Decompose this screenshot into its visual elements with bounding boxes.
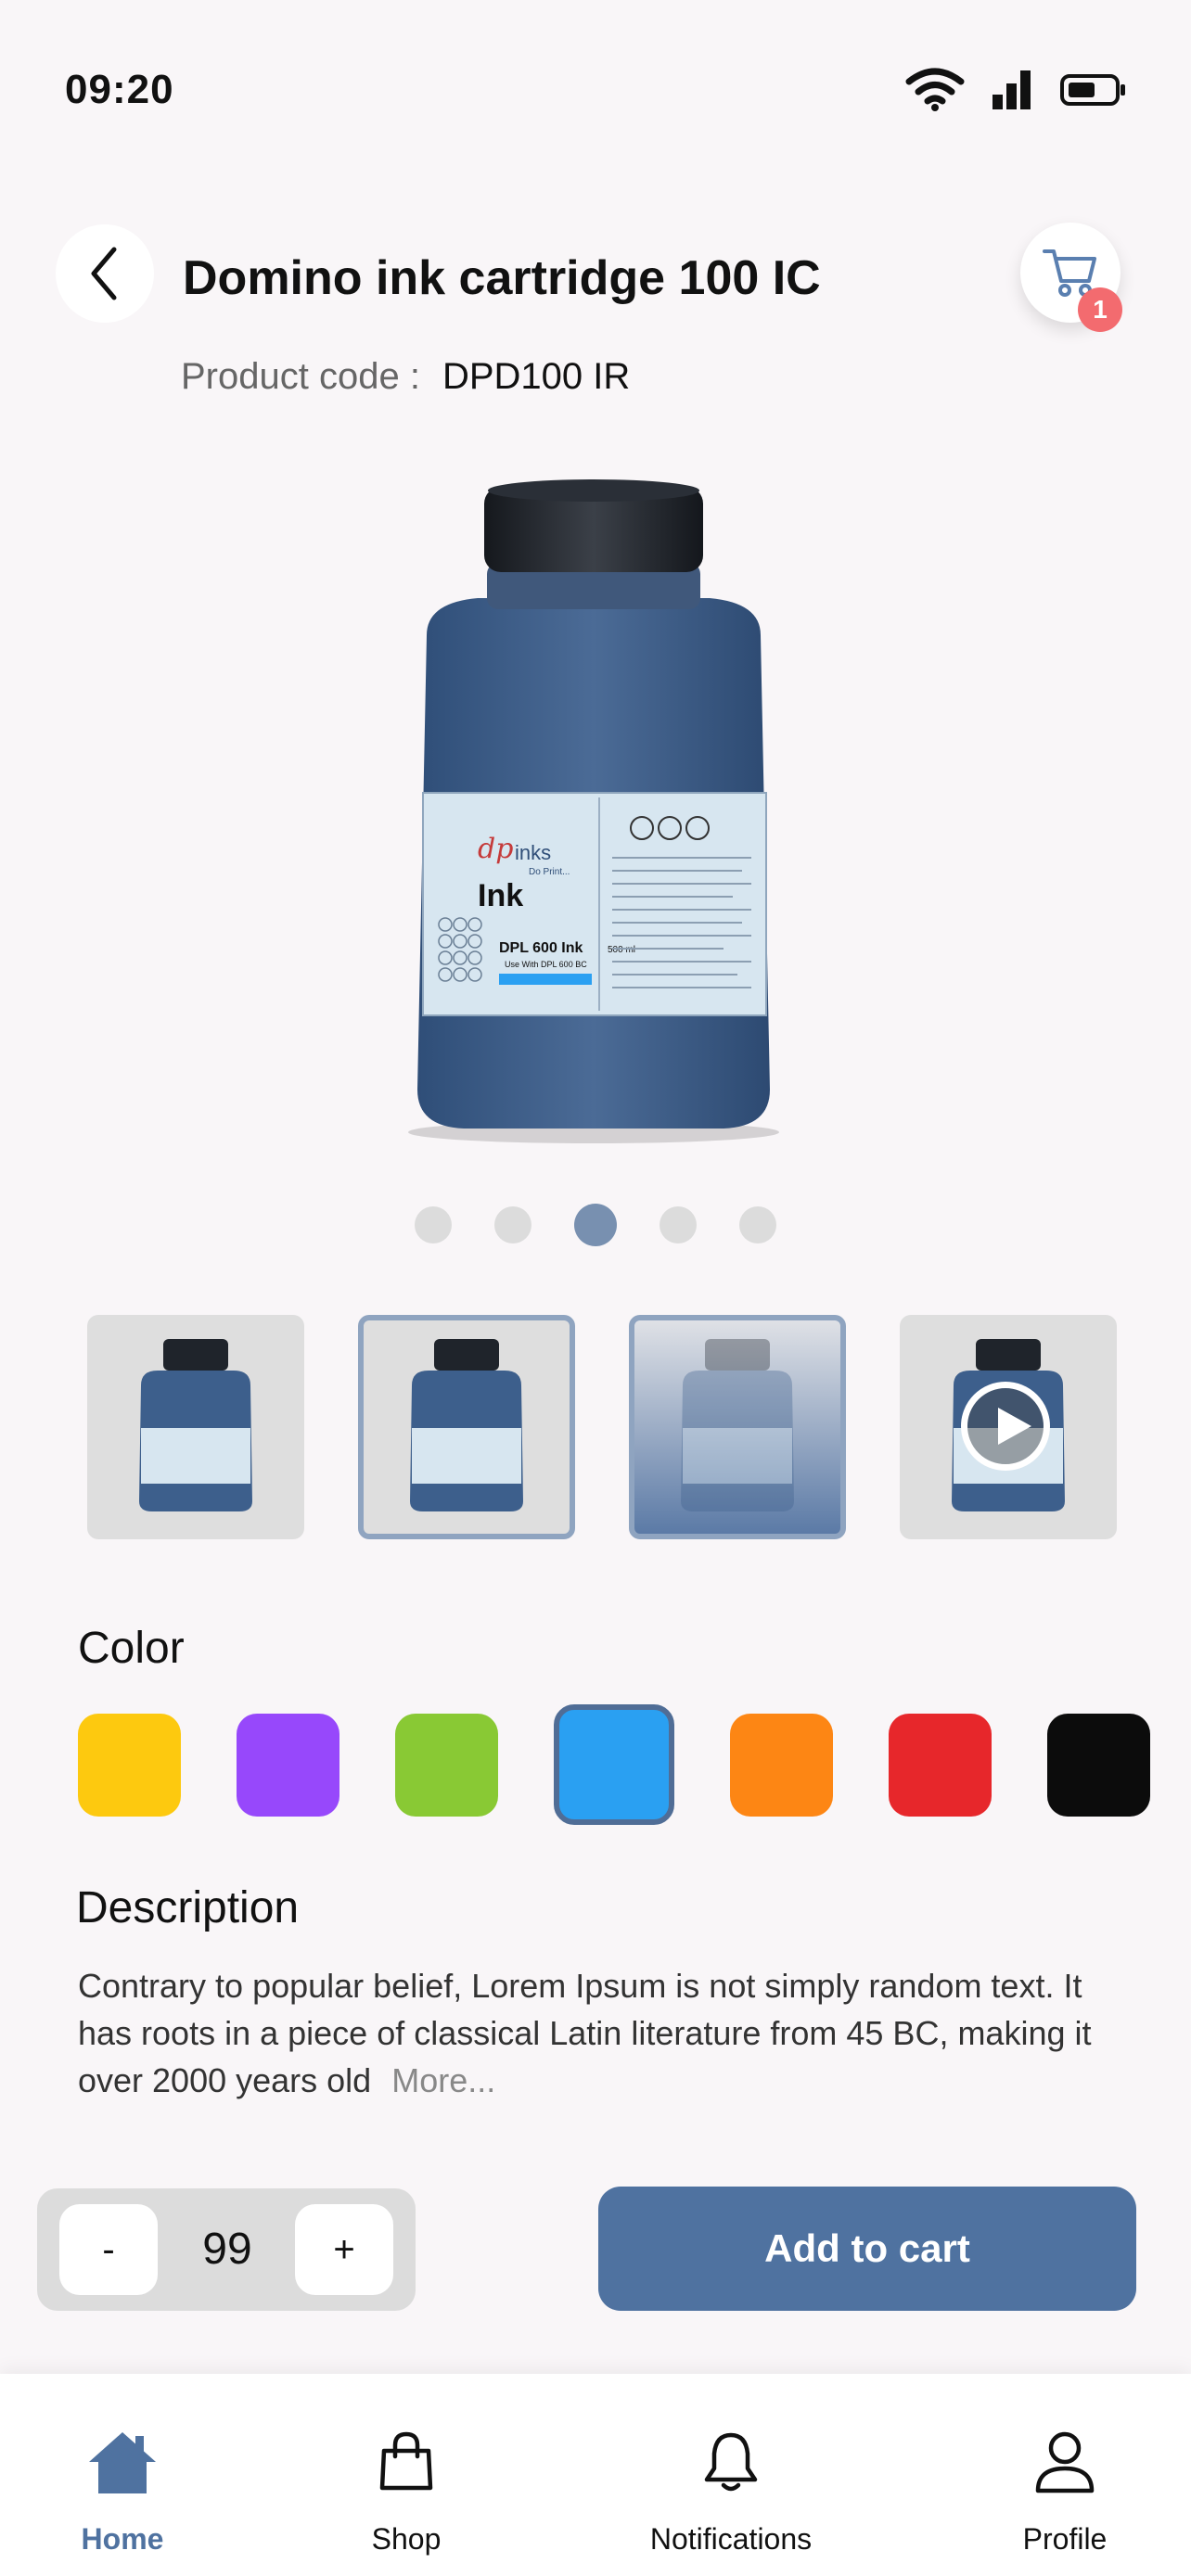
cart-count-badge: 1 — [1078, 287, 1122, 332]
add-to-cart-button[interactable]: Add to cart — [598, 2187, 1136, 2311]
color-swatch[interactable] — [730, 1713, 833, 1817]
color-swatch[interactable] — [395, 1713, 498, 1817]
carousel-dot[interactable] — [494, 1206, 531, 1243]
carousel-indicator — [0, 1204, 1191, 1246]
thumbnail-2[interactable] — [358, 1315, 575, 1539]
description-heading: Description — [76, 1883, 300, 1932]
description-body: Contrary to popular belief, Lorem Ipsum … — [78, 1967, 1092, 2099]
nav-shop-label: Shop — [371, 2522, 442, 2556]
bag-icon — [379, 2431, 433, 2491]
nav-profile[interactable]: Profile — [944, 2420, 1185, 2557]
label-usewith: Use With DPL 600 BC — [505, 960, 587, 969]
bottle-thumbnail-icon — [410, 1339, 523, 1511]
chevron-left-icon — [91, 247, 117, 300]
bell-icon — [704, 2432, 758, 2492]
color-swatch[interactable] — [78, 1713, 181, 1817]
home-icon — [89, 2432, 156, 2493]
product-main-image[interactable]: dp inks Do Print... Ink DPL 600 Ink 500 … — [390, 478, 798, 1145]
nav-notifications[interactable]: Notifications — [610, 2420, 852, 2557]
nav-home-label: Home — [81, 2522, 164, 2556]
decrease-quantity-button[interactable]: - — [59, 2204, 158, 2295]
more-link[interactable]: More... — [391, 2061, 495, 2099]
product-code-label: Product code : — [181, 356, 420, 397]
product-code-value: DPD100 IR — [442, 356, 631, 397]
play-icon[interactable] — [961, 1382, 1050, 1471]
color-heading: Color — [78, 1624, 185, 1673]
color-swatch[interactable] — [889, 1713, 992, 1817]
label-brand: inks — [515, 841, 551, 864]
carousel-dot[interactable] — [660, 1206, 697, 1243]
quantity-stepper: - 99 + — [37, 2188, 416, 2311]
description-text: Contrary to popular belief, Lorem Ipsum … — [78, 1962, 1135, 2104]
svg-text:dp: dp — [478, 833, 513, 865]
color-swatch-selected[interactable] — [554, 1704, 674, 1825]
thumbnail-3[interactable] — [629, 1315, 846, 1539]
label-name: Ink — [478, 878, 523, 913]
color-swatch[interactable] — [237, 1713, 339, 1817]
carousel-dot-active[interactable] — [574, 1204, 617, 1246]
label-model: DPL 600 Ink — [499, 940, 583, 956]
status-icons — [905, 67, 1128, 111]
thumbnail-strip — [87, 1315, 1117, 1539]
carousel-dot[interactable] — [415, 1206, 452, 1243]
nav-shop[interactable]: Shop — [286, 2420, 527, 2557]
battery-icon — [1060, 74, 1125, 106]
color-swatch[interactable] — [1047, 1713, 1150, 1817]
product-code: Product code : DPD100 IR — [181, 356, 630, 398]
color-options — [78, 1704, 1150, 1825]
thumbnail-video[interactable] — [900, 1315, 1117, 1539]
product-detail-screen: 09:20 Domino ink cartridge 100 IC 1 Prod… — [0, 0, 1191, 2576]
signal-icon — [992, 70, 1031, 109]
bottle-thumbnail-icon — [681, 1339, 794, 1511]
ink-bottle-image: dp inks Do Print... Ink DPL 600 Ink 500 … — [408, 479, 779, 1143]
label-volume: 500 ml — [608, 945, 635, 955]
bottle-thumbnail-icon — [139, 1339, 252, 1511]
quantity-value: 99 — [202, 2225, 252, 2274]
nav-home[interactable]: Home — [2, 2420, 243, 2557]
product-title: Domino ink cartridge 100 IC — [183, 251, 821, 305]
back-button[interactable] — [56, 224, 154, 323]
user-icon — [1035, 2431, 1095, 2493]
label-tagline: Do Print... — [529, 867, 570, 877]
wifi-icon — [905, 68, 965, 111]
bottom-nav: Home Shop Notifications Profile — [0, 2374, 1191, 2576]
nav-profile-label: Profile — [1022, 2522, 1108, 2556]
status-time: 09:20 — [65, 67, 174, 112]
thumbnail-1[interactable] — [87, 1315, 304, 1539]
carousel-dot[interactable] — [739, 1206, 776, 1243]
increase-quantity-button[interactable]: + — [295, 2204, 393, 2295]
nav-notifications-label: Notifications — [649, 2522, 813, 2556]
